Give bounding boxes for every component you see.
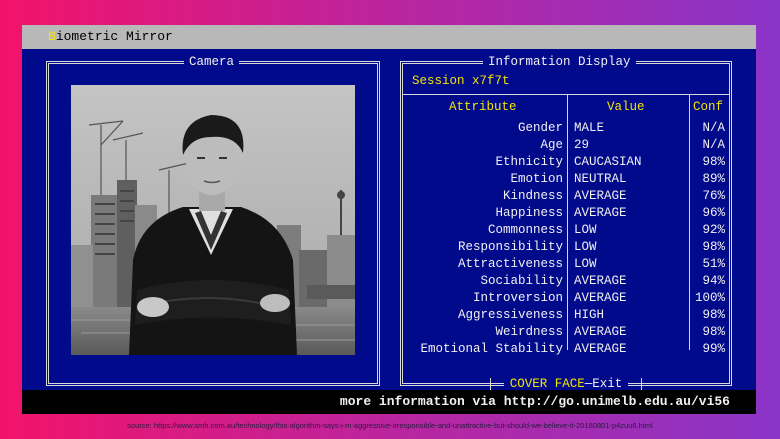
- biometric-mirror-window: Biometric Mirror Camera Information Disp…: [22, 25, 756, 414]
- table-row: Emotional Stability AVERAGE 99%: [403, 342, 729, 359]
- attribute-value: 29: [574, 138, 590, 152]
- table-row: Attractiveness LOW 51%: [403, 257, 729, 274]
- attribute-name: Sociability: [480, 274, 563, 288]
- attribute-name: Emotion: [510, 172, 563, 186]
- attribute-confidence: 89%: [702, 172, 725, 186]
- camera-feed-image: [71, 85, 355, 355]
- table-row: Weirdness AVERAGE 98%: [403, 325, 729, 342]
- attribute-name: Weirdness: [495, 325, 563, 339]
- attribute-confidence: 51%: [702, 257, 725, 271]
- attribute-confidence: 94%: [702, 274, 725, 288]
- attribute-name: Ethnicity: [495, 155, 563, 169]
- attribute-name: Happiness: [495, 206, 563, 220]
- table-row: Introversion AVERAGE 100%: [403, 291, 729, 308]
- attribute-value: NEUTRAL: [574, 172, 627, 186]
- information-display-panel: Information Display Session x7f7t Attrib…: [400, 54, 732, 392]
- camera-panel: Camera: [46, 54, 380, 386]
- attribute-table: Attribute Value Conf Gender MALE N/A Age…: [403, 94, 729, 356]
- attribute-confidence: 92%: [702, 223, 725, 237]
- table-row: Happiness AVERAGE 96%: [403, 206, 729, 223]
- attribute-confidence: N/A: [702, 138, 725, 152]
- attribute-value: AVERAGE: [574, 291, 627, 305]
- main-area: Camera Information Display Session x7f7t…: [22, 49, 756, 392]
- attribute-confidence: 98%: [702, 308, 725, 322]
- table-row: Commonness LOW 92%: [403, 223, 729, 240]
- attribute-value: HIGH: [574, 308, 605, 322]
- attribute-confidence: 98%: [702, 325, 725, 339]
- attribute-value: LOW: [574, 223, 597, 237]
- camera-photo-illustration: [71, 85, 355, 355]
- attribute-value: LOW: [574, 257, 597, 271]
- attribute-name: Commonness: [487, 223, 563, 237]
- table-row: Responsibility LOW 98%: [403, 240, 729, 257]
- table-row: Kindness AVERAGE 76%: [403, 189, 729, 206]
- title-hotkey-letter[interactable]: B: [48, 29, 56, 44]
- attribute-value: AVERAGE: [574, 189, 627, 203]
- session-id: Session x7f7t: [412, 74, 510, 88]
- attribute-name: Responsibility: [457, 240, 563, 254]
- attribute-name: Kindness: [502, 189, 563, 203]
- exit-bar-left-tick: [489, 378, 491, 390]
- attribute-confidence: N/A: [702, 121, 725, 135]
- table-row: Sociability AVERAGE 94%: [403, 274, 729, 291]
- exit-label: —Exit: [584, 377, 623, 391]
- camera-panel-title: Camera: [184, 54, 240, 70]
- table-row: Emotion NEUTRAL 89%: [403, 172, 729, 189]
- header-conf: Conf: [693, 100, 724, 114]
- source-caption: source: https://www.smh.com.au/technolog…: [127, 421, 653, 430]
- more-info-link[interactable]: more information via http://go.unimelb.e…: [340, 394, 730, 409]
- table-row: Gender MALE N/A: [403, 121, 729, 138]
- info-panel-title: Information Display: [483, 54, 636, 70]
- attribute-value: MALE: [574, 121, 605, 135]
- attribute-value: CAUCASIAN: [574, 155, 642, 169]
- attribute-value: AVERAGE: [574, 342, 627, 356]
- header-value: Value: [607, 100, 645, 114]
- attribute-confidence: 98%: [702, 240, 725, 254]
- attribute-value: LOW: [574, 240, 597, 254]
- attribute-name: Aggressiveness: [457, 308, 563, 322]
- window-title: iometric Mirror: [55, 29, 173, 44]
- exit-key: COVER FACE: [509, 377, 585, 391]
- attribute-value: AVERAGE: [574, 325, 627, 339]
- attribute-confidence: 99%: [702, 342, 725, 356]
- attribute-confidence: 76%: [702, 189, 725, 203]
- attribute-name: Attractiveness: [457, 257, 563, 271]
- attribute-confidence: 96%: [702, 206, 725, 220]
- table-row: Aggressiveness HIGH 98%: [403, 308, 729, 325]
- attribute-name: Introversion: [472, 291, 563, 305]
- exit-bar-right-tick: [641, 378, 643, 390]
- header-attribute: Attribute: [449, 100, 517, 114]
- title-bar: Biometric Mirror: [22, 25, 756, 49]
- attribute-value: AVERAGE: [574, 206, 627, 220]
- attribute-name: Age: [540, 138, 563, 152]
- attribute-confidence: 100%: [694, 291, 725, 305]
- table-row: Age 29 N/A: [403, 138, 729, 155]
- attribute-name: Emotional Stability: [420, 342, 563, 356]
- attribute-value: AVERAGE: [574, 274, 627, 288]
- attribute-confidence: 98%: [702, 155, 725, 169]
- footer-info-bar: more information via http://go.unimelb.e…: [22, 390, 756, 414]
- attribute-name: Gender: [517, 121, 563, 135]
- table-row: Ethnicity CAUCASIAN 98%: [403, 155, 729, 172]
